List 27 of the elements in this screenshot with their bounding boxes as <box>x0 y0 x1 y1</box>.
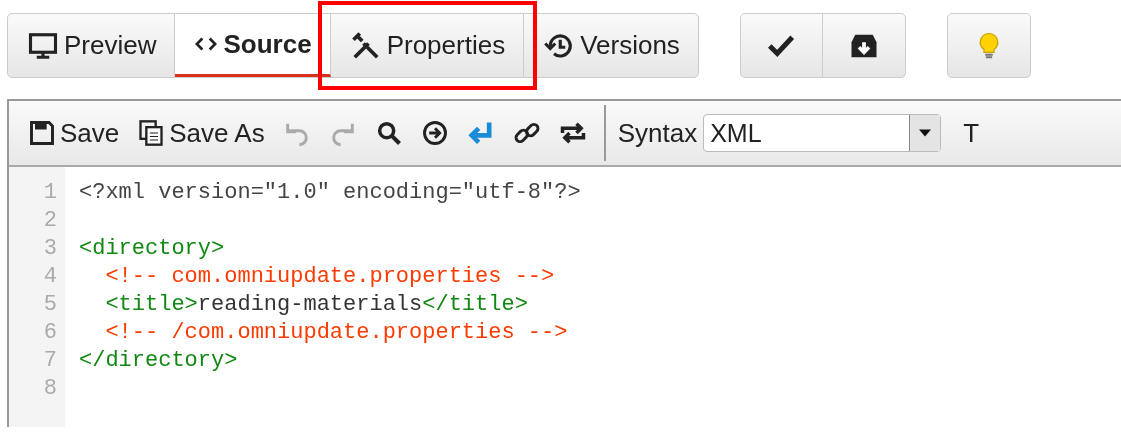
line-number: 4 <box>43 263 57 289</box>
line-number: 2 <box>43 207 57 233</box>
tools-icon <box>350 30 381 61</box>
tab[interactable]: Source <box>175 14 331 77</box>
line-number: 3 <box>43 235 57 261</box>
arrow-circle-icon <box>420 119 449 147</box>
code-line: <!-- com.omniupdate.properties --> <box>104 263 555 289</box>
code-line: <title>reading-materials</title> <box>104 291 528 317</box>
copy-icon <box>137 119 166 147</box>
syntax-label: Syntax <box>617 117 698 149</box>
code-line: <!-- /com.omniupdate.properties --> <box>104 319 568 345</box>
line-number: 8 <box>43 375 57 401</box>
line-number: 7 <box>43 347 57 373</box>
tab[interactable]: Versions <box>524 14 698 77</box>
toolbar-button[interactable]: Save As <box>128 108 274 158</box>
toolbar-button[interactable]: Save <box>19 108 129 158</box>
monitor-icon <box>28 30 58 61</box>
line-number: 6 <box>43 319 57 345</box>
line-number: 1 <box>43 179 57 205</box>
line-number: 5 <box>43 291 57 317</box>
syntax-select[interactable]: XML <box>703 114 942 152</box>
caret-icon <box>919 129 932 137</box>
toolbar-label: T <box>963 117 980 149</box>
code-line: <?xml version="1.0" encoding="utf-8"?> <box>78 179 581 205</box>
tab[interactable]: Properties <box>330 14 525 77</box>
code-line: <directory> <box>78 235 225 261</box>
code-line: </directory> <box>78 347 238 373</box>
